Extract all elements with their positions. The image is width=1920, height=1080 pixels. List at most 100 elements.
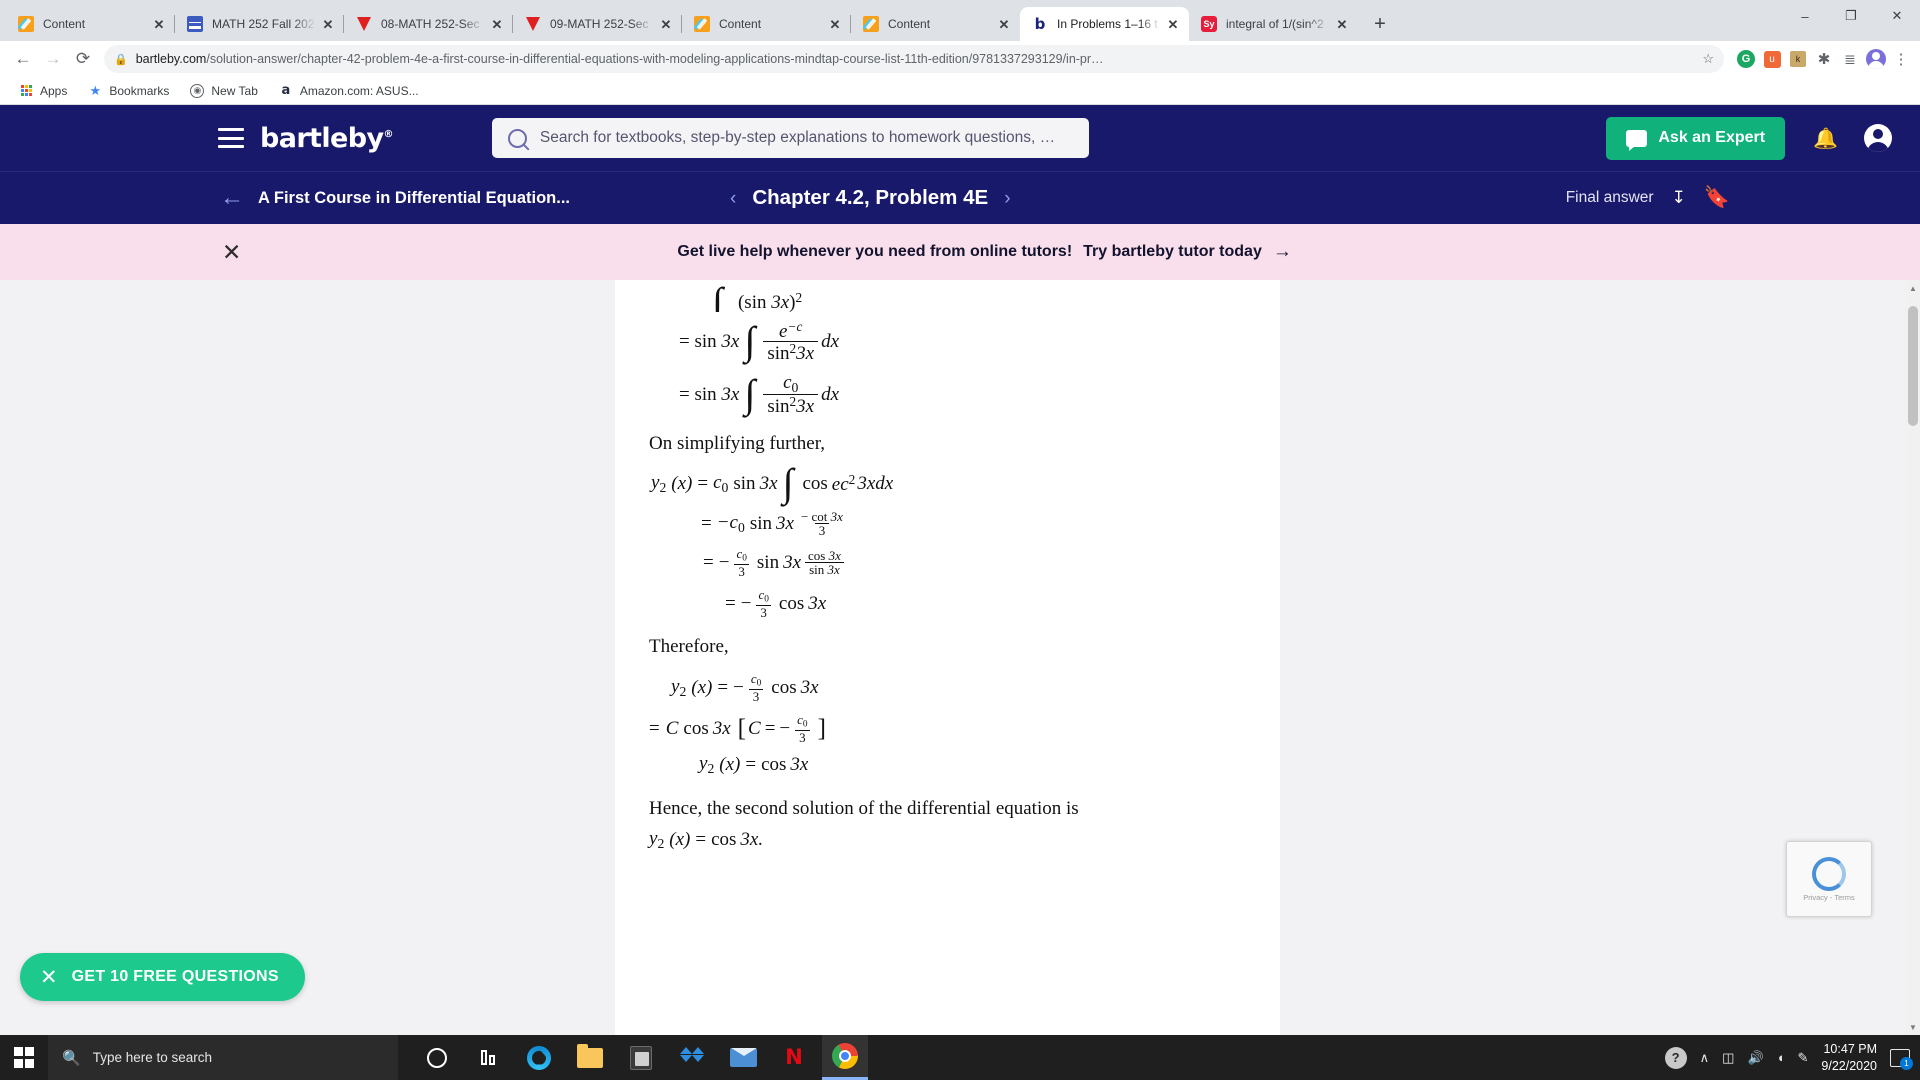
grammarly-extension-icon[interactable]: G <box>1734 47 1758 71</box>
content-icon <box>694 16 710 32</box>
terms-link[interactable]: Terms <box>1834 893 1854 902</box>
windows-start-icon[interactable] <box>0 1035 48 1080</box>
close-icon[interactable]: ✕ <box>996 16 1012 32</box>
help-icon[interactable]: ? <box>1664 1046 1687 1069</box>
chrome-icon[interactable] <box>822 1035 868 1080</box>
browser-tab[interactable]: MATH 252 Fall 202 ✕ <box>175 7 344 41</box>
task-view-icon[interactable] <box>465 1035 511 1080</box>
taskbar-clock[interactable]: 10:47 PM 9/22/2020 <box>1821 1041 1877 1075</box>
star-icon: ★ <box>89 82 102 98</box>
ublock-extension-icon[interactable]: u <box>1760 47 1784 71</box>
kami-extension-icon[interactable]: k <box>1786 47 1810 71</box>
volume-icon[interactable]: 🔊 <box>1747 1050 1763 1066</box>
amazon-icon: a <box>281 83 291 98</box>
show-hidden-icons-chevron[interactable]: ∧ <box>1700 1050 1710 1066</box>
back-button[interactable]: ← <box>8 44 38 74</box>
privacy-link[interactable]: Privacy <box>1803 893 1828 902</box>
bookmark-new-tab[interactable]: ◉ New Tab <box>181 81 265 101</box>
close-icon[interactable]: ✕ <box>1165 16 1181 32</box>
forward-button[interactable]: → <box>38 44 68 74</box>
reading-list-icon[interactable]: ≣ <box>1838 47 1862 71</box>
netflix-icon[interactable]: N <box>771 1035 817 1080</box>
ask-an-expert-button[interactable]: Ask an Expert <box>1606 116 1786 160</box>
close-icon[interactable]: ✕ <box>658 16 674 32</box>
browser-tab[interactable]: 09-MATH 252-Sec ✕ <box>513 7 682 41</box>
previous-problem-icon[interactable]: ‹ <box>730 189 736 208</box>
ask-expert-label: Ask an Expert <box>1658 129 1766 146</box>
chrome-menu-icon[interactable]: ⋮ <box>1890 47 1912 71</box>
browser-tab[interactable]: 08-MATH 252-Sec ✕ <box>344 7 513 41</box>
close-icon[interactable]: ✕ <box>489 16 505 32</box>
battery-icon[interactable]: ◫ <box>1722 1050 1734 1066</box>
close-window-button[interactable]: ✕ <box>1874 0 1920 32</box>
bookmark-icon[interactable]: 🔖 <box>1704 186 1730 210</box>
maximize-button[interactable]: ❐ <box>1828 0 1874 32</box>
bartleby-icon: b <box>1034 16 1046 32</box>
promo-cta-text: Try bartleby tutor today <box>1083 243 1262 260</box>
account-avatar-icon[interactable] <box>1864 124 1892 152</box>
page-scrollbar[interactable]: ▲ ▼ <box>1906 280 1920 1035</box>
close-icon[interactable]: ✕ <box>320 16 336 32</box>
minimize-button[interactable]: – <box>1782 0 1828 32</box>
chapter-navigation: ‹ Chapter 4.2, Problem 4E › <box>730 186 1011 210</box>
final-answer-label[interactable]: Final answer <box>1566 189 1654 207</box>
cortana-icon[interactable] <box>414 1035 460 1080</box>
browser-tab[interactable]: Content ✕ <box>851 7 1020 41</box>
recaptcha-badge[interactable]: Privacy - Terms <box>1786 841 1872 917</box>
taskbar-app-icons: N <box>414 1035 868 1080</box>
next-problem-icon[interactable]: › <box>1004 189 1010 208</box>
new-tab-button[interactable]: + <box>1366 10 1394 38</box>
scrollbar-thumb[interactable] <box>1908 306 1918 426</box>
url-text: bartleby.com/solution-answer/chapter-42-… <box>136 52 1697 66</box>
site-header: bartleby® Search for textbooks, step-by-… <box>0 105 1920 171</box>
browser-tab-active[interactable]: b In Problems 1–16 t ✕ <box>1020 7 1189 41</box>
equation-step-6: = − c0 3 cos 3x <box>725 587 827 621</box>
puzzle-extensions-icon[interactable]: ✱ <box>1812 47 1836 71</box>
hamburger-menu-icon[interactable] <box>218 128 244 148</box>
action-center-icon[interactable]: 1 <box>1890 1048 1913 1070</box>
bookmark-label: New Tab <box>211 83 258 98</box>
book-title[interactable]: A First Course in Differential Equation.… <box>258 189 570 208</box>
address-bar[interactable]: 🔒 bartleby.com/solution-answer/chapter-4… <box>104 45 1724 73</box>
browser-tab[interactable]: Content ✕ <box>6 7 175 41</box>
notification-bell-icon[interactable]: 🔔 <box>1813 126 1838 151</box>
close-icon[interactable]: ✕ <box>40 967 58 988</box>
close-icon[interactable]: ✕ <box>222 240 241 264</box>
back-to-book-icon[interactable]: ← <box>220 186 244 210</box>
promo-text[interactable]: Get live help whenever you need from onl… <box>677 241 1291 263</box>
free-questions-cta[interactable]: ✕ GET 10 FREE QUESTIONS <box>20 953 305 1001</box>
close-icon[interactable]: ✕ <box>1334 16 1350 32</box>
edge-icon[interactable] <box>516 1035 562 1080</box>
symbolab-icon: Sy <box>1201 16 1217 32</box>
heading-therefore: Therefore, <box>649 636 729 658</box>
bartleby-logo[interactable]: bartleby® <box>260 123 394 154</box>
search-input[interactable]: Search for textbooks, step-by-step expla… <box>491 118 1089 158</box>
equation-final: y2 (x) = cos 3x. <box>649 827 764 851</box>
profile-avatar[interactable] <box>1864 47 1888 71</box>
mail-icon[interactable] <box>720 1035 766 1080</box>
reload-button[interactable]: ⟳ <box>68 44 98 74</box>
microsoft-store-icon[interactable] <box>618 1035 664 1080</box>
scroll-up-arrow[interactable]: ▲ <box>1906 280 1920 296</box>
conclusion-text: Hence, the second solution of the differ… <box>649 797 1079 819</box>
scroll-down-arrow[interactable]: ▼ <box>1906 1019 1920 1035</box>
download-icon[interactable]: ↧ <box>1672 188 1686 208</box>
close-icon[interactable]: ✕ <box>827 16 843 32</box>
equation-step-2: = sin 3x ∫ c0 sin23x dx <box>679 371 840 418</box>
bookmark-bookmarks[interactable]: ★ Bookmarks <box>79 81 177 101</box>
browser-tab[interactable]: Content ✕ <box>682 7 851 41</box>
wifi-icon[interactable]: ◖ <box>1777 1050 1785 1065</box>
recaptcha-icon <box>1812 856 1846 891</box>
window-controls: – ❐ ✕ <box>1782 0 1920 41</box>
bookmark-star-icon[interactable]: ☆ <box>1702 51 1714 67</box>
file-explorer-icon[interactable] <box>567 1035 613 1080</box>
close-icon[interactable]: ✕ <box>151 16 167 32</box>
bookmark-amazon[interactable]: a Amazon.com: ASUS... <box>270 81 427 101</box>
search-icon <box>507 128 527 148</box>
bookmark-apps[interactable]: Apps <box>10 81 75 101</box>
pen-icon[interactable]: ✎ <box>1797 1050 1808 1066</box>
dropbox-icon[interactable] <box>669 1035 715 1080</box>
browser-tab[interactable]: Sy integral of 1/(sin^2 ✕ <box>1189 7 1358 41</box>
taskbar-search-input[interactable]: 🔍 Type here to search <box>48 1035 398 1080</box>
solution-canvas: ∫ (sin 3x)2 = sin 3x ∫ e−c sin23x dx = s… <box>0 280 1920 1035</box>
